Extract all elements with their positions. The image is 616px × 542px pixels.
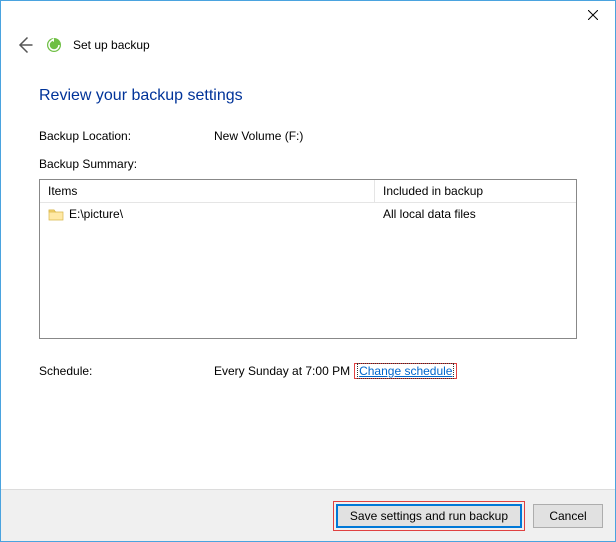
schedule-label: Schedule: [39, 364, 214, 378]
table-header: Items Included in backup [40, 180, 576, 203]
wizard-window: Set up backup Review your backup setting… [0, 0, 616, 542]
footer: Save settings and run backup Cancel [1, 489, 615, 541]
backup-summary-table: Items Included in backup E:\picture\ All… [39, 179, 577, 339]
change-schedule-link[interactable]: Change schedule [357, 363, 454, 379]
backup-location-value: New Volume (F:) [214, 129, 577, 143]
page-title: Set up backup [73, 38, 150, 52]
heading: Review your backup settings [39, 87, 577, 105]
schedule-row: Schedule: Every Sunday at 7:00 PM Change… [39, 363, 577, 379]
content-area: Review your backup settings Backup Locat… [1, 61, 615, 489]
schedule-value: Every Sunday at 7:00 PM [214, 364, 350, 378]
change-schedule-highlight: Change schedule [354, 363, 457, 379]
backup-wizard-icon [45, 36, 63, 54]
row-item-path: E:\picture\ [69, 207, 123, 221]
schedule-value-group: Every Sunday at 7:00 PM Change schedule [214, 363, 457, 379]
titlebar [1, 1, 615, 31]
back-arrow-icon [15, 35, 35, 55]
back-button[interactable] [15, 35, 35, 55]
row-item-cell: E:\picture\ [40, 205, 375, 223]
close-button[interactable] [570, 1, 615, 29]
save-run-button[interactable]: Save settings and run backup [336, 504, 522, 528]
row-included-cell: All local data files [375, 205, 576, 223]
column-header-included[interactable]: Included in backup [375, 180, 576, 202]
folder-icon [48, 207, 64, 221]
backup-location-row: Backup Location: New Volume (F:) [39, 129, 577, 143]
backup-summary-label: Backup Summary: [39, 157, 577, 171]
table-row[interactable]: E:\picture\ All local data files [40, 203, 576, 225]
header-row: Set up backup [1, 31, 615, 61]
save-run-highlight: Save settings and run backup [333, 501, 525, 531]
close-icon [588, 10, 598, 20]
cancel-button[interactable]: Cancel [533, 504, 603, 528]
backup-location-label: Backup Location: [39, 129, 214, 143]
column-header-items[interactable]: Items [40, 180, 375, 202]
